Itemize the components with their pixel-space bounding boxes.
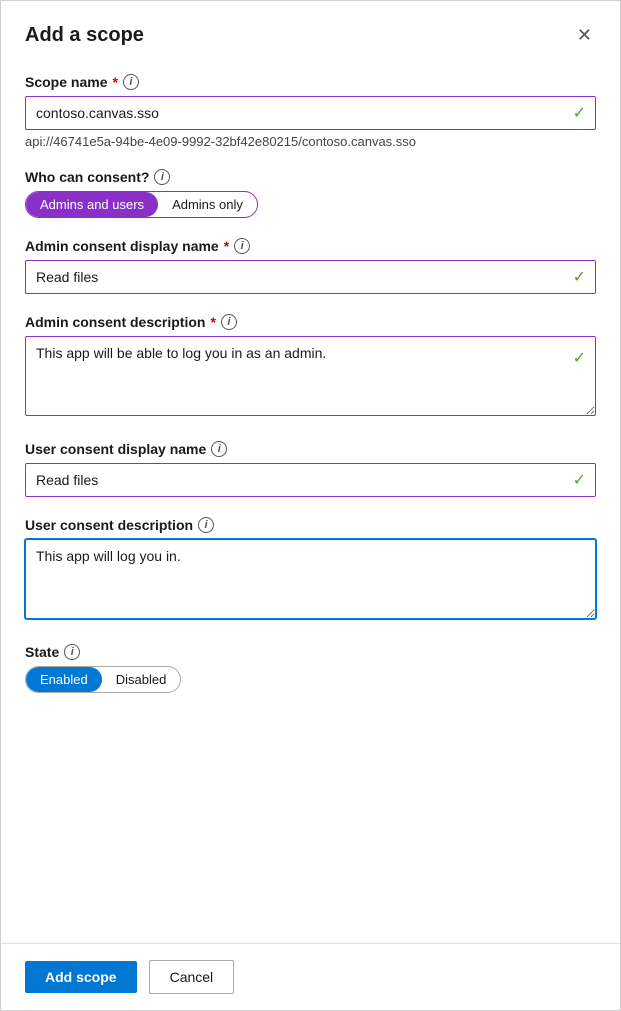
user-consent-display-name-group: User consent display name i ✓ <box>25 441 596 497</box>
required-indicator: * <box>112 74 117 90</box>
required-indicator-admin-desc: * <box>210 314 215 330</box>
who-can-consent-info-icon[interactable]: i <box>154 169 170 185</box>
state-info-icon[interactable]: i <box>64 644 80 660</box>
user-consent-description-label: User consent description i <box>25 517 596 533</box>
user-consent-display-name-check-icon: ✓ <box>573 470 586 490</box>
admin-consent-display-name-wrapper: ✓ <box>25 260 596 294</box>
user-consent-description-wrapper: This app will log you in. <box>25 539 596 624</box>
modal-header: Add a scope ✕ <box>1 1 620 66</box>
admin-consent-description-check-icon: ✓ <box>573 348 586 368</box>
user-consent-description-group: User consent description i This app will… <box>25 517 596 624</box>
admin-consent-description-label: Admin consent description * i <box>25 314 596 330</box>
state-option-enabled[interactable]: Enabled <box>26 667 102 692</box>
consent-option-admins-users[interactable]: Admins and users <box>26 192 158 217</box>
cancel-button[interactable]: Cancel <box>149 960 235 994</box>
scope-name-input[interactable] <box>25 96 596 130</box>
api-url-text: api://46741e5a-94be-4e09-9992-32bf42e802… <box>25 134 596 149</box>
user-consent-description-textarea[interactable]: This app will log you in. <box>25 539 596 619</box>
admin-consent-display-name-input[interactable] <box>25 260 596 294</box>
admin-consent-description-group: Admin consent description * i This app w… <box>25 314 596 421</box>
scope-name-check-icon: ✓ <box>573 103 586 123</box>
user-consent-display-name-info-icon[interactable]: i <box>211 441 227 457</box>
user-consent-display-name-input[interactable] <box>25 463 596 497</box>
state-label: State i <box>25 644 596 660</box>
state-option-disabled[interactable]: Disabled <box>102 667 181 692</box>
state-group: State i Enabled Disabled <box>25 644 596 693</box>
modal-body: Scope name * i ✓ api://46741e5a-94be-4e0… <box>1 66 620 943</box>
add-scope-button[interactable]: Add scope <box>25 961 137 993</box>
modal-footer: Add scope Cancel <box>1 943 620 1010</box>
required-indicator-admin: * <box>224 238 229 254</box>
modal-title: Add a scope <box>25 24 144 47</box>
who-can-consent-group: Who can consent? i Admins and users Admi… <box>25 169 596 218</box>
scope-name-input-wrapper: ✓ <box>25 96 596 130</box>
admin-consent-display-name-group: Admin consent display name * i ✓ <box>25 238 596 294</box>
scope-name-info-icon[interactable]: i <box>123 74 139 90</box>
admin-consent-display-name-check-icon: ✓ <box>573 267 586 287</box>
user-consent-display-name-label: User consent display name i <box>25 441 596 457</box>
state-options-group: Enabled Disabled <box>25 666 181 693</box>
user-consent-description-info-icon[interactable]: i <box>198 517 214 533</box>
scope-name-group: Scope name * i ✓ api://46741e5a-94be-4e0… <box>25 74 596 149</box>
admin-consent-description-info-icon[interactable]: i <box>221 314 237 330</box>
admin-consent-display-name-label: Admin consent display name * i <box>25 238 596 254</box>
admin-consent-display-name-info-icon[interactable]: i <box>234 238 250 254</box>
scope-name-label: Scope name * i <box>25 74 596 90</box>
who-can-consent-label: Who can consent? i <box>25 169 596 185</box>
consent-options-group: Admins and users Admins only <box>25 191 258 218</box>
user-consent-display-name-wrapper: ✓ <box>25 463 596 497</box>
admin-consent-description-wrapper: This app will be able to log you in as a… <box>25 336 596 421</box>
admin-consent-description-textarea[interactable]: This app will be able to log you in as a… <box>25 336 596 416</box>
close-icon: ✕ <box>577 25 592 46</box>
add-scope-modal: Add a scope ✕ Scope name * i ✓ api://467… <box>0 0 621 1011</box>
close-button[interactable]: ✕ <box>573 21 596 50</box>
consent-option-admins-only[interactable]: Admins only <box>158 192 257 217</box>
